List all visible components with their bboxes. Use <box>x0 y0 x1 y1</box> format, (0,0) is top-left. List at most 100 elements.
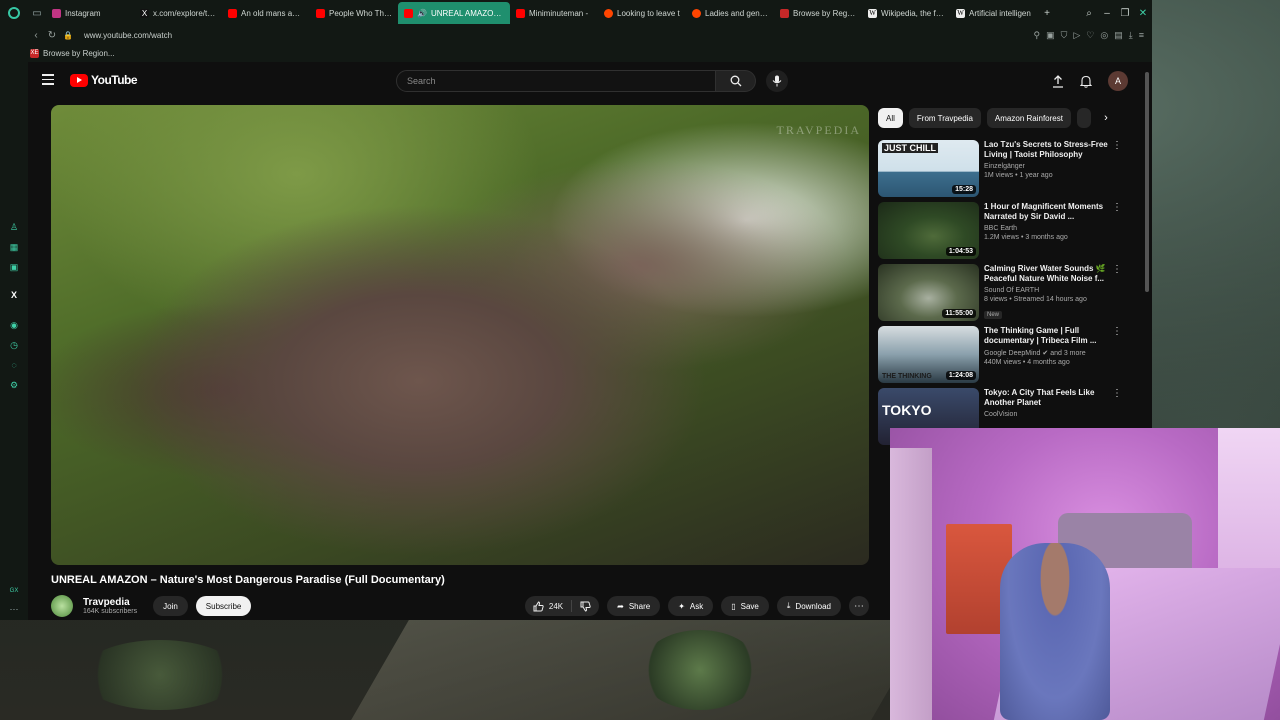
share-button[interactable]: ➦ Share <box>607 596 661 616</box>
new-tab-button[interactable]: + <box>1038 0 1056 26</box>
pin-icon[interactable]: ⚲ <box>1034 30 1041 41</box>
instagram-sidebar-icon[interactable]: ▣ <box>9 262 19 272</box>
player-sidebar-icon[interactable]: ◉ <box>9 320 19 330</box>
chip-partial[interactable] <box>1076 108 1091 128</box>
video-actions: 24K ➦ Share ✦ Ask ▯ Save ⤓ Download ⋯ <box>524 596 869 616</box>
gx-label[interactable]: GX <box>9 586 19 596</box>
video-info: 1 Hour of Magnificent Moments Narrated b… <box>984 202 1112 264</box>
dislike-button[interactable] <box>572 596 599 616</box>
snapshot-icon[interactable]: ▣ <box>1046 30 1055 41</box>
save-button[interactable]: ▯ Save <box>721 596 769 616</box>
tab-browse-by-region[interactable]: Browse by Region <box>774 2 862 24</box>
close-button[interactable]: ✕ <box>1134 0 1152 26</box>
instagram-icon <box>52 8 61 18</box>
messenger-icon[interactable]: ♙ <box>9 222 19 232</box>
shield-icon[interactable]: ⛉ <box>1061 30 1068 41</box>
recommended-video[interactable]: 1:04:53 1 Hour of Magnificent Moments Na… <box>878 202 1128 264</box>
video-thumbnail[interactable]: THE THINKING 1:24:08 <box>878 326 979 383</box>
video-thumbnail[interactable]: 1:04:53 <box>878 202 979 259</box>
hamburger-menu-icon[interactable] <box>42 74 54 85</box>
tab-youtube-old-mans-advice[interactable]: An old mans advic <box>222 2 310 24</box>
back-button[interactable]: ‹ <box>28 30 44 41</box>
video-menu-icon[interactable]: ⋮ <box>1112 202 1122 213</box>
tab-instagram[interactable]: Instagram <box>46 2 134 24</box>
lock-icon[interactable]: 🔒 <box>60 31 76 40</box>
chip-all[interactable]: All <box>878 108 903 128</box>
upload-icon[interactable] <box>1052 74 1064 88</box>
tab-wikipedia[interactable]: W Wikipedia, the free <box>862 2 950 24</box>
video-title[interactable]: Calming River Water Sounds 🌿 Peaceful Na… <box>984 264 1112 284</box>
tab-youtube-unreal-amazon[interactable]: 🔊UNREAL AMAZON – N <box>398 2 510 24</box>
chat-icon[interactable]: ◌ <box>9 360 19 370</box>
video-channel[interactable]: BBC Earth <box>984 225 1112 232</box>
tab-title: An old mans advic <box>241 8 304 18</box>
video-thumbnail[interactable]: JUST CHILL 15:28 <box>878 140 979 197</box>
like-button[interactable]: 24K <box>525 596 571 616</box>
header-actions: A <box>1052 71 1128 91</box>
browser-logo-icon[interactable] <box>0 0 28 26</box>
tab-youtube-people-who-think[interactable]: People Who Think <box>310 2 398 24</box>
video-menu-icon[interactable]: ⋮ <box>1112 326 1122 337</box>
settings-icon[interactable]: ⚙ <box>9 380 19 390</box>
video-channel[interactable]: Einzelgänger <box>984 163 1112 170</box>
channel-name[interactable]: Travpedia <box>83 597 137 608</box>
tab-manager-icon[interactable]: ▭ <box>28 0 46 26</box>
search-tabs-icon[interactable]: ⌕ <box>1080 0 1098 26</box>
minimize-button[interactable]: – <box>1098 0 1116 26</box>
more-icon[interactable]: ⋯ <box>9 604 19 614</box>
search-input[interactable] <box>396 70 716 92</box>
menu-icon[interactable]: ≡ <box>1139 30 1144 41</box>
recommended-video[interactable]: THE THINKING 1:24:08 The Thinking Game |… <box>878 326 1128 388</box>
video-menu-icon[interactable]: ⋮ <box>1112 388 1122 399</box>
camera-icon[interactable]: ◎ <box>1100 30 1108 41</box>
player-icon[interactable]: ▷ <box>1073 30 1080 41</box>
video-thumbnail[interactable]: 11:55:00 <box>878 264 979 321</box>
download-icon[interactable]: ⤓ <box>1129 30 1133 41</box>
recommended-video[interactable]: JUST CHILL 15:28 Lao Tzu's Secrets to St… <box>878 140 1128 202</box>
chip-amazon-rainforest[interactable]: Amazon Rainforest <box>986 108 1071 128</box>
reload-button[interactable]: ↻ <box>44 30 60 41</box>
youtube-logo[interactable]: YouTube <box>70 73 138 87</box>
join-button[interactable]: Join <box>153 596 188 616</box>
tab-youtube-miniminuteman[interactable]: Miniminuteman - <box>510 2 598 24</box>
video-player[interactable]: TRAVPEDIA <box>51 105 869 565</box>
video-title[interactable]: Tokyo: A City That Feels Like Another Pl… <box>984 388 1112 408</box>
search-button[interactable] <box>716 70 756 92</box>
tab-reddit-looking-to-leave[interactable]: Looking to leave t <box>598 2 686 24</box>
x-sidebar-icon[interactable]: X <box>9 290 19 300</box>
bookmark-browse-by-region[interactable]: Browse by Region... <box>43 49 115 58</box>
voice-search-button[interactable] <box>766 70 788 92</box>
scrollbar-thumb[interactable] <box>1145 72 1149 292</box>
channel-avatar[interactable] <box>51 595 73 617</box>
video-title[interactable]: Lao Tzu's Secrets to Stress-Free Living … <box>984 140 1112 160</box>
video-menu-icon[interactable]: ⋮ <box>1112 264 1122 275</box>
chip-from-travpedia[interactable]: From Travpedia <box>908 108 981 128</box>
youtube-icon <box>516 8 525 18</box>
video-title[interactable]: 1 Hour of Magnificent Moments Narrated b… <box>984 202 1112 222</box>
video-title[interactable]: The Thinking Game | Full documentary | T… <box>984 326 1112 346</box>
tab-x[interactable]: Xx.com/explore/tab <box>134 2 222 24</box>
video-channel[interactable]: Google DeepMind ✔ and 3 more <box>984 349 1112 357</box>
search-box <box>396 70 788 92</box>
history-icon[interactable]: ◷ <box>9 340 19 350</box>
video-channel[interactable]: Sound Of EARTH <box>984 287 1112 294</box>
recommended-video[interactable]: 11:55:00 Calming River Water Sounds 🌿 Pe… <box>878 264 1128 326</box>
notifications-bell-icon[interactable] <box>1080 75 1092 88</box>
chevron-right-icon[interactable]: › <box>1097 112 1115 124</box>
account-avatar[interactable]: A <box>1108 71 1128 91</box>
tab-wikipedia-ai[interactable]: W Artificial intelligen <box>950 2 1038 24</box>
video-channel[interactable]: CoolVision <box>984 411 1112 418</box>
ask-label: Ask <box>689 601 704 611</box>
heart-icon[interactable]: ♡ <box>1086 30 1094 41</box>
ask-button[interactable]: ✦ Ask <box>668 596 714 616</box>
video-menu-icon[interactable]: ⋮ <box>1112 140 1122 151</box>
download-button[interactable]: ⤓ Download <box>776 596 841 616</box>
maximize-button[interactable]: ❐ <box>1116 0 1134 26</box>
extensions-icon[interactable]: ▤ <box>1114 30 1123 41</box>
whatsapp-icon[interactable]: ▦ <box>9 242 19 252</box>
youtube-header: YouTube A <box>28 62 1152 100</box>
subscribe-button[interactable]: Subscribe <box>195 596 252 616</box>
url-field[interactable]: www.youtube.com/watch <box>84 31 172 40</box>
more-actions-button[interactable]: ⋯ <box>849 596 869 616</box>
tab-reddit-ladies-and-gentlemen[interactable]: Ladies and gentle <box>686 2 774 24</box>
